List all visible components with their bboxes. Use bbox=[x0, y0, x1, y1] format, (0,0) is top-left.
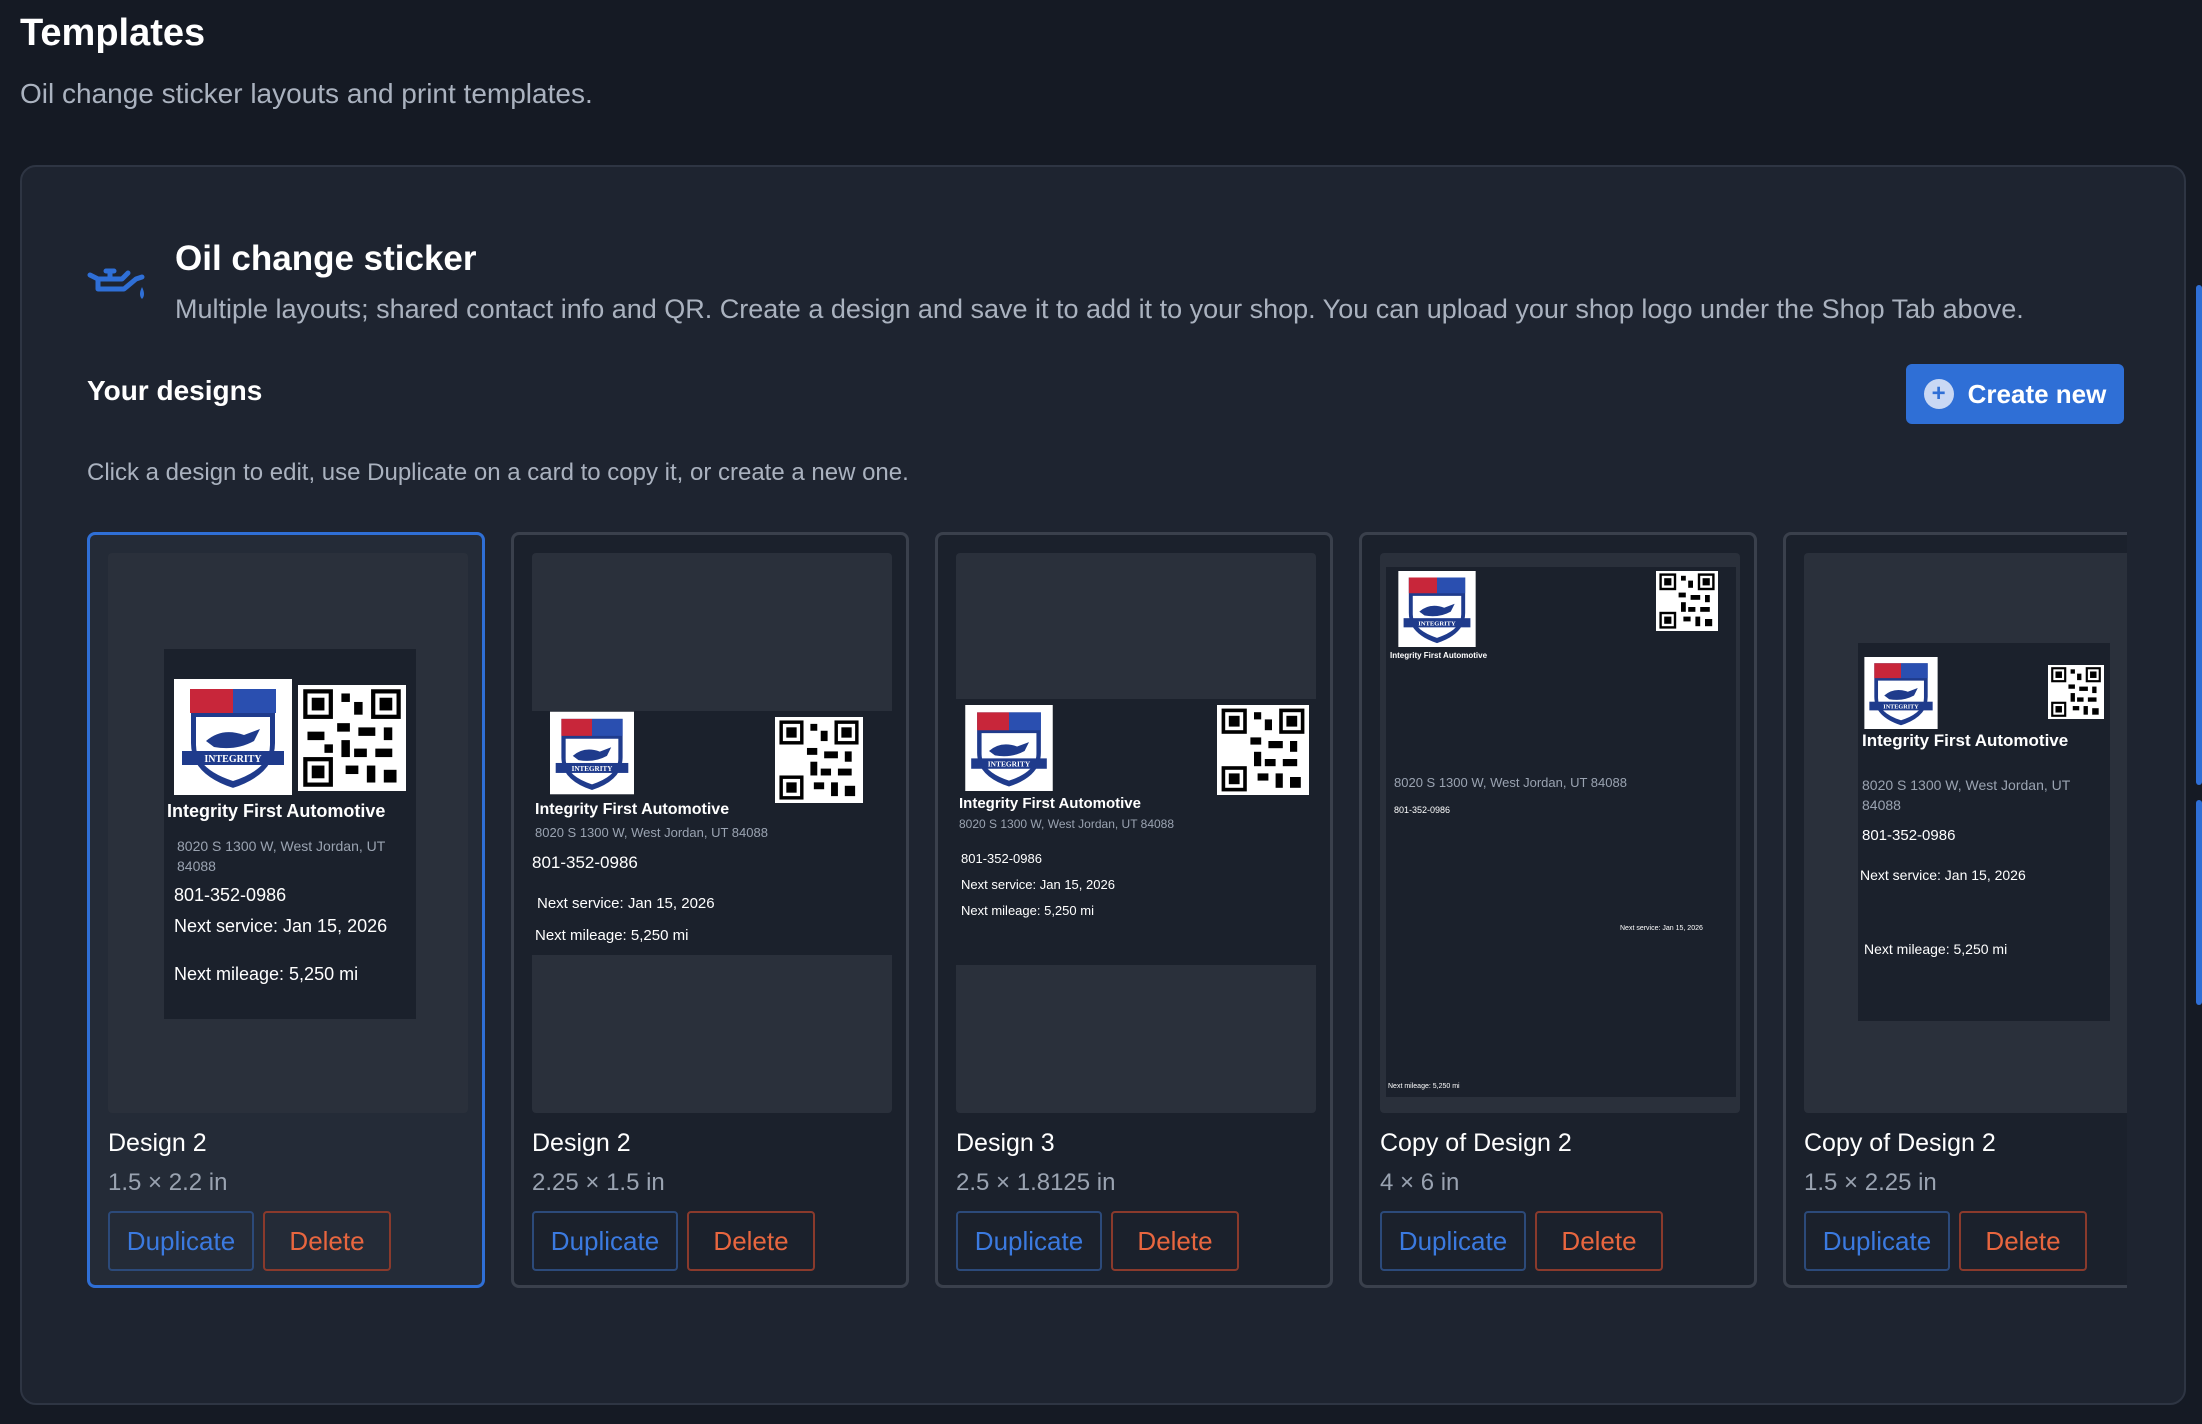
scrollbar-handle[interactable] bbox=[2196, 285, 2202, 785]
plus-circle-icon: + bbox=[1923, 379, 1954, 409]
duplicate-button[interactable]: Duplicate bbox=[1804, 1211, 1950, 1271]
oil-can-icon bbox=[87, 268, 145, 299]
page-subtitle: Oil change sticker layouts and print tem… bbox=[20, 78, 593, 109]
shop-phone: 801-352-0986 bbox=[174, 885, 287, 905]
design-cards-list: INTEGRITY Integrity First Automotive 802… bbox=[87, 532, 2127, 1292]
sticker-canvas: INTEGRITY Integrity First Automotive 802… bbox=[164, 649, 416, 1019]
svg-text:INTEGRITY: INTEGRITY bbox=[1418, 620, 1456, 627]
design-size: 2.25 × 1.5 in bbox=[532, 1169, 665, 1196]
design-card[interactable]: INTEGRITY Integrity First Automotive 802… bbox=[1783, 532, 2127, 1288]
shop-logo-icon: INTEGRITY bbox=[1398, 571, 1476, 647]
duplicate-button[interactable]: Duplicate bbox=[956, 1211, 1102, 1271]
delete-button[interactable]: Delete bbox=[263, 1211, 391, 1271]
qr-code-icon bbox=[775, 717, 863, 803]
create-new-button[interactable]: + Create new bbox=[1906, 364, 2124, 424]
sticker-preview[interactable]: INTEGRITY Integrity First Automotive 802… bbox=[1804, 553, 2127, 1113]
shop-address: 8020 S 1300 W, West Jordan, UT 84088 bbox=[1394, 775, 1627, 790]
sticker-canvas: INTEGRITY Integrity First Automotive 802… bbox=[532, 711, 892, 955]
duplicate-button[interactable]: Duplicate bbox=[1380, 1211, 1526, 1271]
sticker-canvas: INTEGRITY Integrity First Automotive 802… bbox=[1858, 643, 2110, 1021]
next-mileage: Next mileage: 5,250 mi bbox=[535, 927, 689, 944]
sticker-canvas: INTEGRITY Integrity First Automotive 802… bbox=[956, 699, 1316, 965]
shop-address: 8020 S 1300 W, West Jordan, UT 84088 bbox=[959, 817, 1175, 831]
next-service: Next service: Jan 15, 2026 bbox=[174, 916, 388, 936]
design-size: 1.5 × 2.2 in bbox=[108, 1169, 228, 1196]
design-name: Copy of Design 2 bbox=[1380, 1129, 1572, 1157]
shop-address: 8020 S 1300 W, West Jordan, UT 84088 bbox=[535, 825, 768, 840]
qr-code-icon bbox=[298, 685, 406, 791]
delete-button[interactable]: Delete bbox=[687, 1211, 815, 1271]
qr-code-icon bbox=[1656, 571, 1718, 631]
design-card[interactable]: INTEGRITY Integrity First Automotive 802… bbox=[87, 532, 485, 1288]
section-description: Multiple layouts; shared contact info an… bbox=[175, 294, 2024, 324]
sticker-preview[interactable]: INTEGRITY Integrity First Automotive 802… bbox=[956, 553, 1316, 1113]
designs-hint: Click a design to edit, use Duplicate on… bbox=[87, 459, 909, 486]
next-service: Next service: Jan 15, 2026 bbox=[1860, 867, 2026, 883]
next-mileage: Next mileage: 5,250 mi bbox=[1388, 1083, 1460, 1090]
sticker-preview[interactable]: INTEGRITY Integrity First Automotive 802… bbox=[532, 553, 892, 1113]
next-service: Next service: Jan 15, 2026 bbox=[961, 877, 1115, 892]
shop-address: 8020 S 1300 W, West Jordan, UT 84088 bbox=[177, 838, 386, 874]
design-name: Copy of Design 2 bbox=[1804, 1129, 1996, 1157]
next-service: Next service: Jan 15, 2026 bbox=[1620, 925, 1703, 932]
your-designs-heading: Your designs bbox=[87, 375, 263, 406]
shop-logo-icon: INTEGRITY bbox=[174, 679, 292, 795]
delete-button[interactable]: Delete bbox=[1535, 1211, 1663, 1271]
duplicate-button[interactable]: Duplicate bbox=[108, 1211, 254, 1271]
shop-name: Integrity First Automotive bbox=[1862, 731, 2069, 750]
design-size: 4 × 6 in bbox=[1380, 1169, 1460, 1196]
qr-code-icon bbox=[2048, 665, 2104, 719]
create-new-label: Create new bbox=[1967, 378, 2107, 409]
oil-change-sticker-panel: Oil change sticker Multiple layouts; sha… bbox=[20, 165, 2186, 1405]
shop-phone: 801-352-0986 bbox=[532, 853, 638, 872]
shop-phone: 801-352-0986 bbox=[1394, 805, 1451, 815]
shop-phone: 801-352-0986 bbox=[961, 851, 1042, 866]
shop-name: Integrity First Automotive bbox=[167, 801, 386, 821]
duplicate-button[interactable]: Duplicate bbox=[532, 1211, 678, 1271]
design-card[interactable]: INTEGRITY Integrity First Automotive 802… bbox=[1359, 532, 1757, 1288]
qr-code-icon bbox=[1217, 705, 1309, 795]
shop-address: 8020 S 1300 W, West Jordan, UT 84088 bbox=[1862, 777, 2071, 813]
svg-text:INTEGRITY: INTEGRITY bbox=[572, 765, 613, 773]
shop-phone: 801-352-0986 bbox=[1862, 827, 1956, 844]
shop-logo-icon: INTEGRITY bbox=[550, 711, 634, 795]
section-title: Oil change sticker bbox=[175, 239, 477, 278]
next-service: Next service: Jan 15, 2026 bbox=[537, 895, 715, 912]
next-mileage: Next mileage: 5,250 mi bbox=[1864, 941, 2008, 957]
delete-button[interactable]: Delete bbox=[1111, 1211, 1239, 1271]
shop-name: Integrity First Automotive bbox=[1390, 651, 1488, 660]
shop-name: Integrity First Automotive bbox=[959, 795, 1141, 812]
shop-logo-icon: INTEGRITY bbox=[1864, 657, 1938, 729]
next-mileage: Next mileage: 5,250 mi bbox=[174, 964, 359, 984]
svg-text:INTEGRITY: INTEGRITY bbox=[1883, 704, 1919, 711]
design-name: Design 2 bbox=[108, 1129, 207, 1157]
scrollbar-handle[interactable] bbox=[2196, 800, 2202, 1005]
svg-text:INTEGRITY: INTEGRITY bbox=[988, 760, 1031, 769]
sticker-canvas: INTEGRITY Integrity First Automotive 802… bbox=[1386, 567, 1736, 1097]
sticker-preview[interactable]: INTEGRITY Integrity First Automotive 802… bbox=[1380, 553, 1740, 1113]
svg-text:INTEGRITY: INTEGRITY bbox=[204, 754, 262, 765]
design-name: Design 3 bbox=[956, 1129, 1055, 1157]
sticker-preview[interactable]: INTEGRITY Integrity First Automotive 802… bbox=[108, 553, 468, 1113]
design-card[interactable]: INTEGRITY Integrity First Automotive 802… bbox=[935, 532, 1333, 1288]
page-title: Templates bbox=[20, 12, 206, 54]
design-card[interactable]: INTEGRITY Integrity First Automotive 802… bbox=[511, 532, 909, 1288]
shop-logo-icon: INTEGRITY bbox=[965, 705, 1053, 791]
next-mileage: Next mileage: 5,250 mi bbox=[961, 903, 1094, 918]
shop-name: Integrity First Automotive bbox=[535, 801, 730, 818]
design-size: 2.5 × 1.8125 in bbox=[956, 1169, 1116, 1196]
design-name: Design 2 bbox=[532, 1129, 631, 1157]
delete-button[interactable]: Delete bbox=[1959, 1211, 2087, 1271]
design-size: 1.5 × 2.25 in bbox=[1804, 1169, 1937, 1196]
